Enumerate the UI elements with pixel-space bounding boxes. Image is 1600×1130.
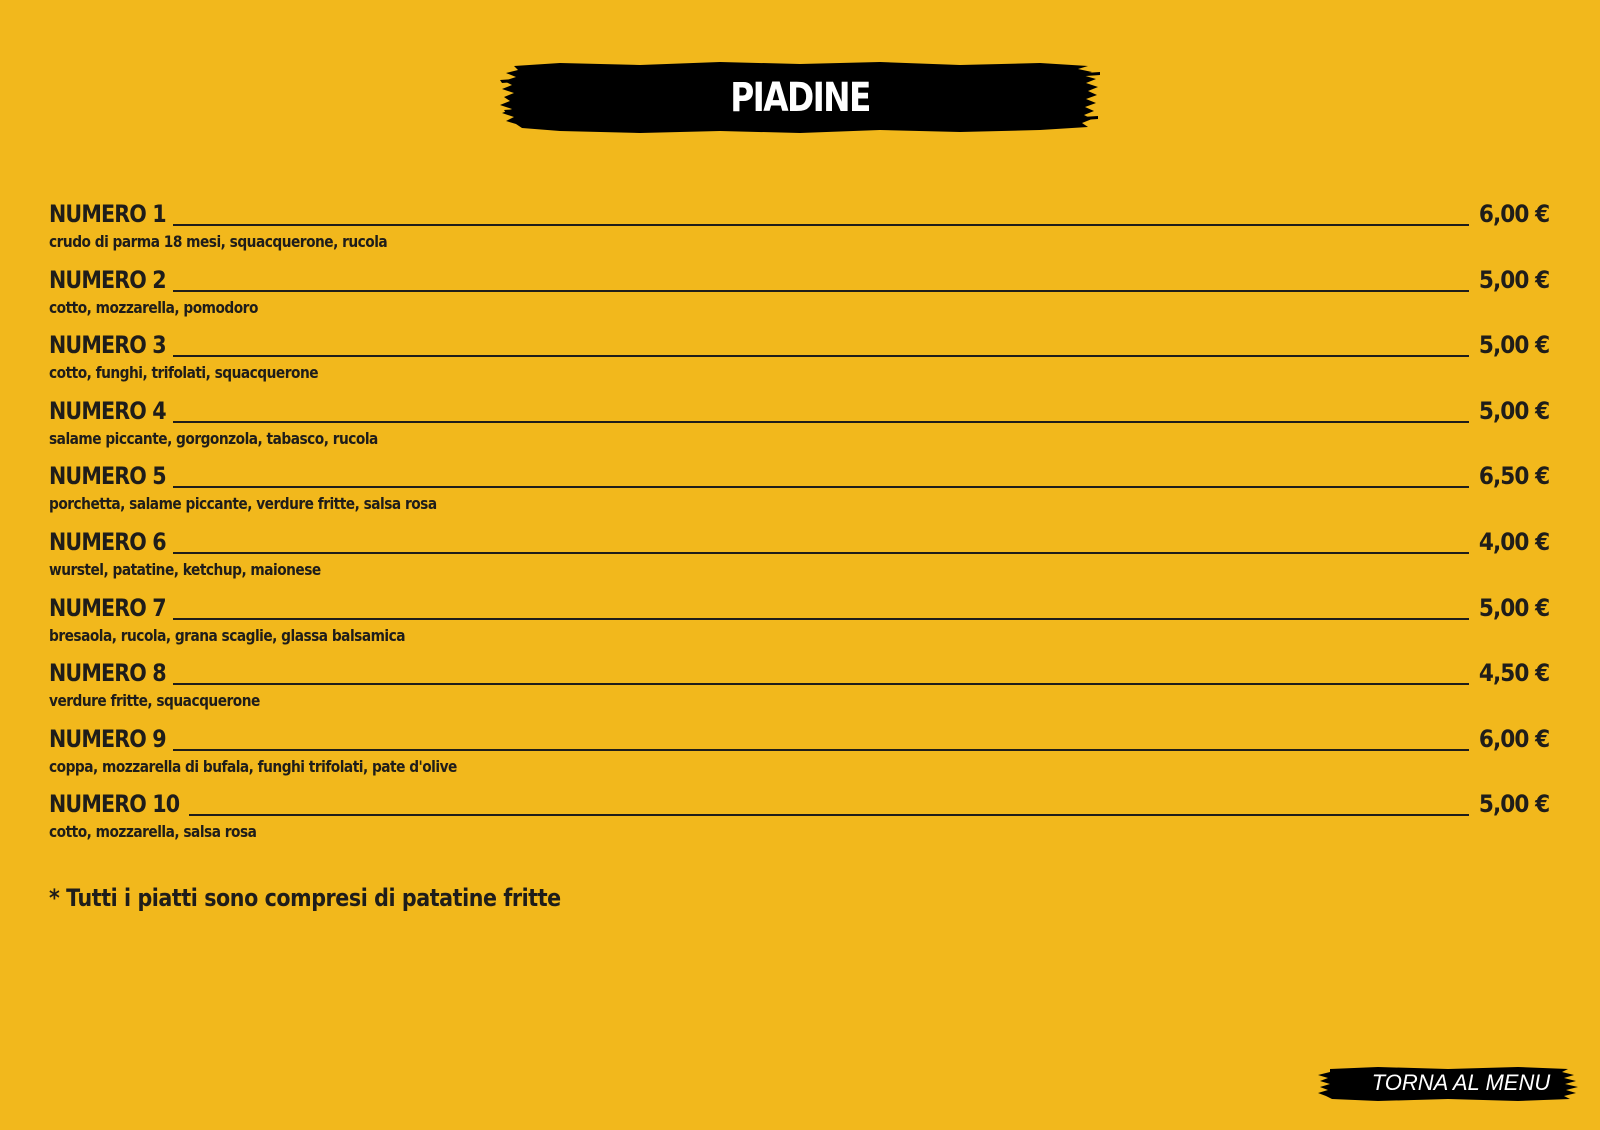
item-price: 5,00 € [1478, 593, 1550, 622]
dotted-leader-rule [172, 551, 1469, 554]
footnote: * Tutti i piatti sono compresi di patati… [49, 884, 561, 912]
item-description: cotto, funghi, trifolati, squacquerone [49, 363, 319, 383]
item-name: NUMERO 3 [49, 331, 167, 360]
item-description: wurstel, patatine, ketchup, maionese [49, 559, 321, 579]
menu-item: NUMERO 8 4,50 € verdure fritte, squacque… [49, 655, 1550, 721]
dotted-leader-rule [188, 814, 1469, 817]
menu-item: NUMERO 6 4,00 € wurstel, patatine, ketch… [49, 524, 1550, 590]
page-title: PIADINE [730, 75, 871, 121]
item-name: NUMERO 10 [49, 790, 180, 819]
item-description: cotto, mozzarella, salsa rosa [49, 822, 257, 842]
dotted-leader-rule [172, 289, 1469, 292]
item-price: 5,00 € [1478, 331, 1550, 360]
dotted-leader-rule [172, 486, 1469, 489]
dotted-leader-rule [172, 617, 1469, 620]
item-price: 6,00 € [1478, 724, 1550, 753]
item-description: verdure fritte, squacquerone [49, 691, 260, 711]
back-to-menu-button[interactable]: TORNA AL MENU [1318, 1066, 1580, 1102]
item-description: coppa, mozzarella di bufala, funghi trif… [49, 756, 457, 776]
item-name: NUMERO 1 [49, 200, 167, 228]
item-description: porchetta, salame piccante, verdure frit… [49, 494, 437, 514]
item-name: NUMERO 9 [49, 724, 167, 753]
title-banner: PIADINE [500, 60, 1100, 136]
menu-item: NUMERO 3 5,00 € cotto, funghi, trifolati… [49, 327, 1550, 393]
item-name: NUMERO 7 [49, 593, 167, 622]
dotted-leader-rule [172, 420, 1469, 423]
menu-item: NUMERO 4 5,00 € salame piccante, gorgonz… [49, 393, 1550, 459]
menu-item: NUMERO 10 5,00 € cotto, mozzarella, sals… [49, 786, 1550, 852]
dotted-leader-rule [172, 748, 1469, 751]
item-price: 6,00 € [1478, 200, 1550, 228]
item-price: 5,00 € [1478, 265, 1550, 294]
item-price: 4,50 € [1478, 659, 1550, 688]
item-price: 4,00 € [1478, 527, 1550, 556]
item-description: crudo di parma 18 mesi, squacquerone, ru… [49, 232, 388, 251]
back-button-label: TORNA AL MENU [1371, 1070, 1551, 1095]
item-price: 5,00 € [1478, 790, 1550, 819]
dotted-leader-rule [172, 224, 1469, 226]
item-description: salame piccante, gorgonzola, tabasco, ru… [49, 428, 378, 448]
item-name: NUMERO 2 [49, 265, 167, 294]
item-name: NUMERO 4 [49, 396, 167, 425]
menu-item: NUMERO 7 5,00 € bresaola, rucola, grana … [49, 590, 1550, 656]
item-description: cotto, mozzarella, pomodoro [49, 297, 258, 317]
menu-item: NUMERO 1 6,00 € crudo di parma 18 mesi, … [49, 196, 1550, 262]
dotted-leader-rule [172, 355, 1469, 358]
menu-item: NUMERO 5 6,50 € porchetta, salame piccan… [49, 458, 1550, 524]
dotted-leader-rule [172, 683, 1469, 686]
menu-list: NUMERO 1 6,00 € crudo di parma 18 mesi, … [49, 196, 1550, 852]
item-name: NUMERO 5 [49, 462, 167, 491]
item-price: 6,50 € [1478, 462, 1550, 491]
menu-item: NUMERO 2 5,00 € cotto, mozzarella, pomod… [49, 262, 1550, 328]
menu-item: NUMERO 9 6,00 € coppa, mozzarella di buf… [49, 721, 1550, 787]
item-description: bresaola, rucola, grana scaglie, glassa … [49, 625, 406, 645]
item-name: NUMERO 8 [49, 659, 167, 688]
item-name: NUMERO 6 [49, 527, 167, 556]
item-price: 5,00 € [1478, 396, 1550, 425]
